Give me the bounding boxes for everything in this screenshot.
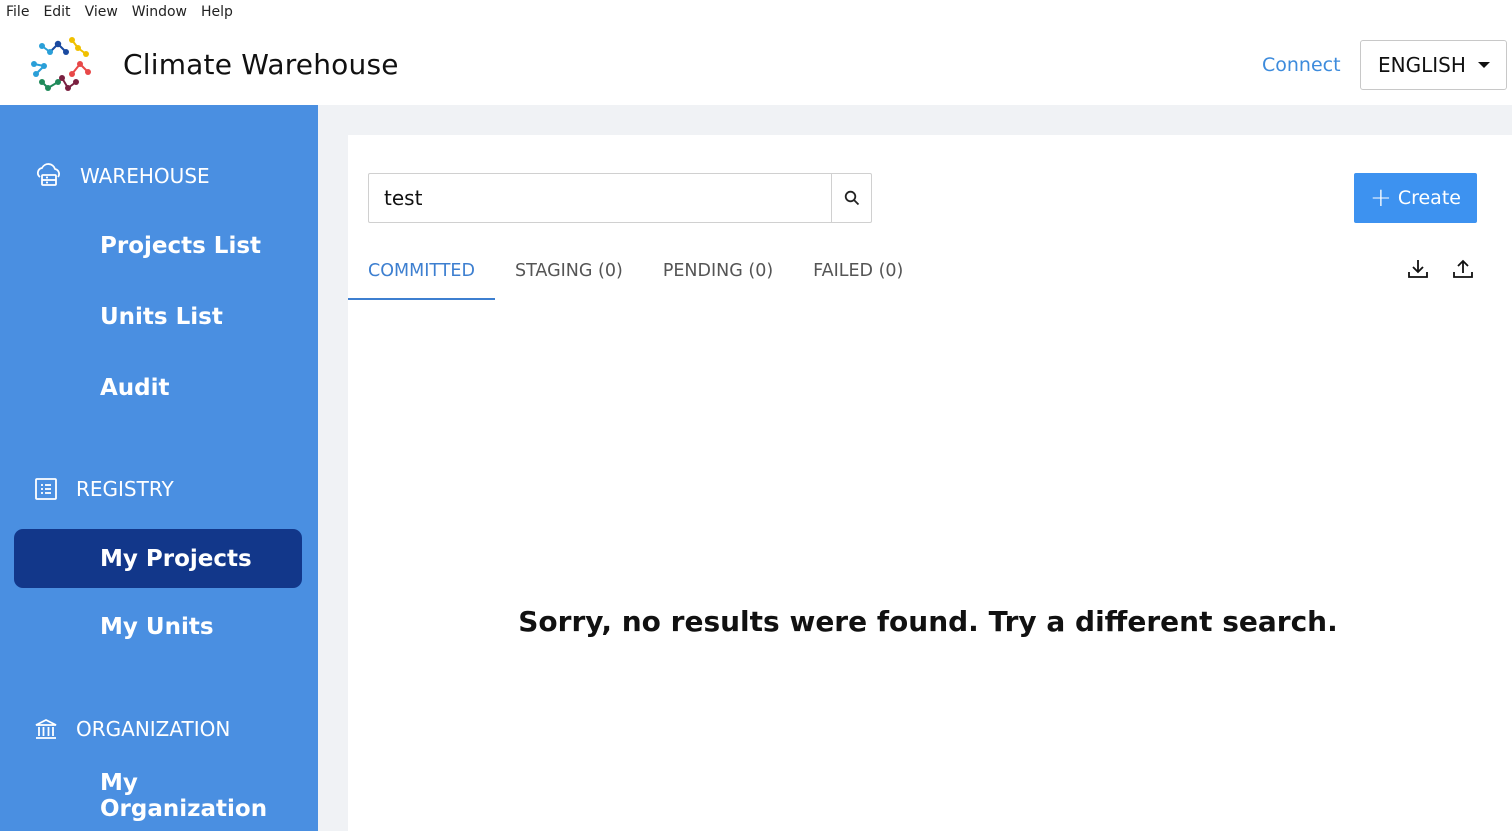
plus-icon: + — [1370, 183, 1392, 213]
caret-down-icon — [1477, 62, 1490, 68]
empty-state-message: Sorry, no results were found. Try a diff… — [518, 605, 1338, 638]
language-select[interactable]: ENGLISH — [1360, 40, 1507, 90]
app-title: Climate Warehouse — [123, 48, 399, 81]
create-button[interactable]: + Create — [1354, 173, 1477, 223]
sidebar: WAREHOUSE Projects List Units List Audit… — [0, 105, 318, 831]
sidebar-item-units-list[interactable]: Units List — [14, 287, 302, 346]
sidebar-item-audit[interactable]: Audit — [14, 358, 302, 417]
sidebar-item-projects-list[interactable]: Projects List — [14, 216, 302, 275]
menubar: File Edit View Window Help — [0, 0, 1512, 24]
list-document-icon — [34, 474, 58, 504]
sidebar-section-label: ORGANIZATION — [76, 717, 231, 741]
download-icon[interactable] — [1406, 257, 1430, 281]
sidebar-section-warehouse: WAREHOUSE — [34, 161, 210, 191]
search-icon — [844, 190, 859, 206]
sidebar-section-label: REGISTRY — [76, 477, 174, 501]
menu-help[interactable]: Help — [201, 4, 233, 20]
language-value: ENGLISH — [1378, 53, 1466, 77]
tab-pending[interactable]: PENDING (0) — [643, 247, 793, 300]
search-button[interactable] — [831, 174, 871, 222]
sidebar-section-label: WAREHOUSE — [80, 164, 210, 188]
search-box: test — [368, 173, 872, 223]
sidebar-section-registry: REGISTRY — [34, 474, 174, 504]
tab-bar: COMMITTED STAGING (0) PENDING (0) FAILED… — [348, 247, 923, 300]
main-panel: test + Create COMMITTED STAGING (0) PEND… — [348, 135, 1512, 831]
menu-edit[interactable]: Edit — [43, 4, 70, 20]
sidebar-item-my-units[interactable]: My Units — [14, 597, 302, 656]
tab-staging[interactable]: STAGING (0) — [495, 247, 643, 300]
menu-file[interactable]: File — [6, 4, 29, 20]
climate-warehouse-logo-icon — [31, 37, 91, 91]
tab-failed[interactable]: FAILED (0) — [793, 247, 923, 300]
sidebar-item-my-organization[interactable]: My Organization — [14, 766, 302, 825]
menu-view[interactable]: View — [85, 4, 118, 20]
sidebar-section-organization: ORGANIZATION — [34, 714, 230, 744]
connect-link[interactable]: Connect — [1262, 54, 1341, 76]
tab-committed[interactable]: COMMITTED — [348, 247, 495, 300]
cloud-warehouse-icon — [34, 161, 64, 191]
sidebar-item-my-projects[interactable]: My Projects — [14, 529, 302, 588]
menu-window[interactable]: Window — [132, 4, 187, 20]
create-label: Create — [1397, 187, 1461, 209]
search-input[interactable]: test — [369, 174, 831, 222]
institution-icon — [34, 714, 58, 744]
app-header: Climate Warehouse Connect ENGLISH — [0, 24, 1512, 105]
upload-icon[interactable] — [1451, 257, 1475, 281]
